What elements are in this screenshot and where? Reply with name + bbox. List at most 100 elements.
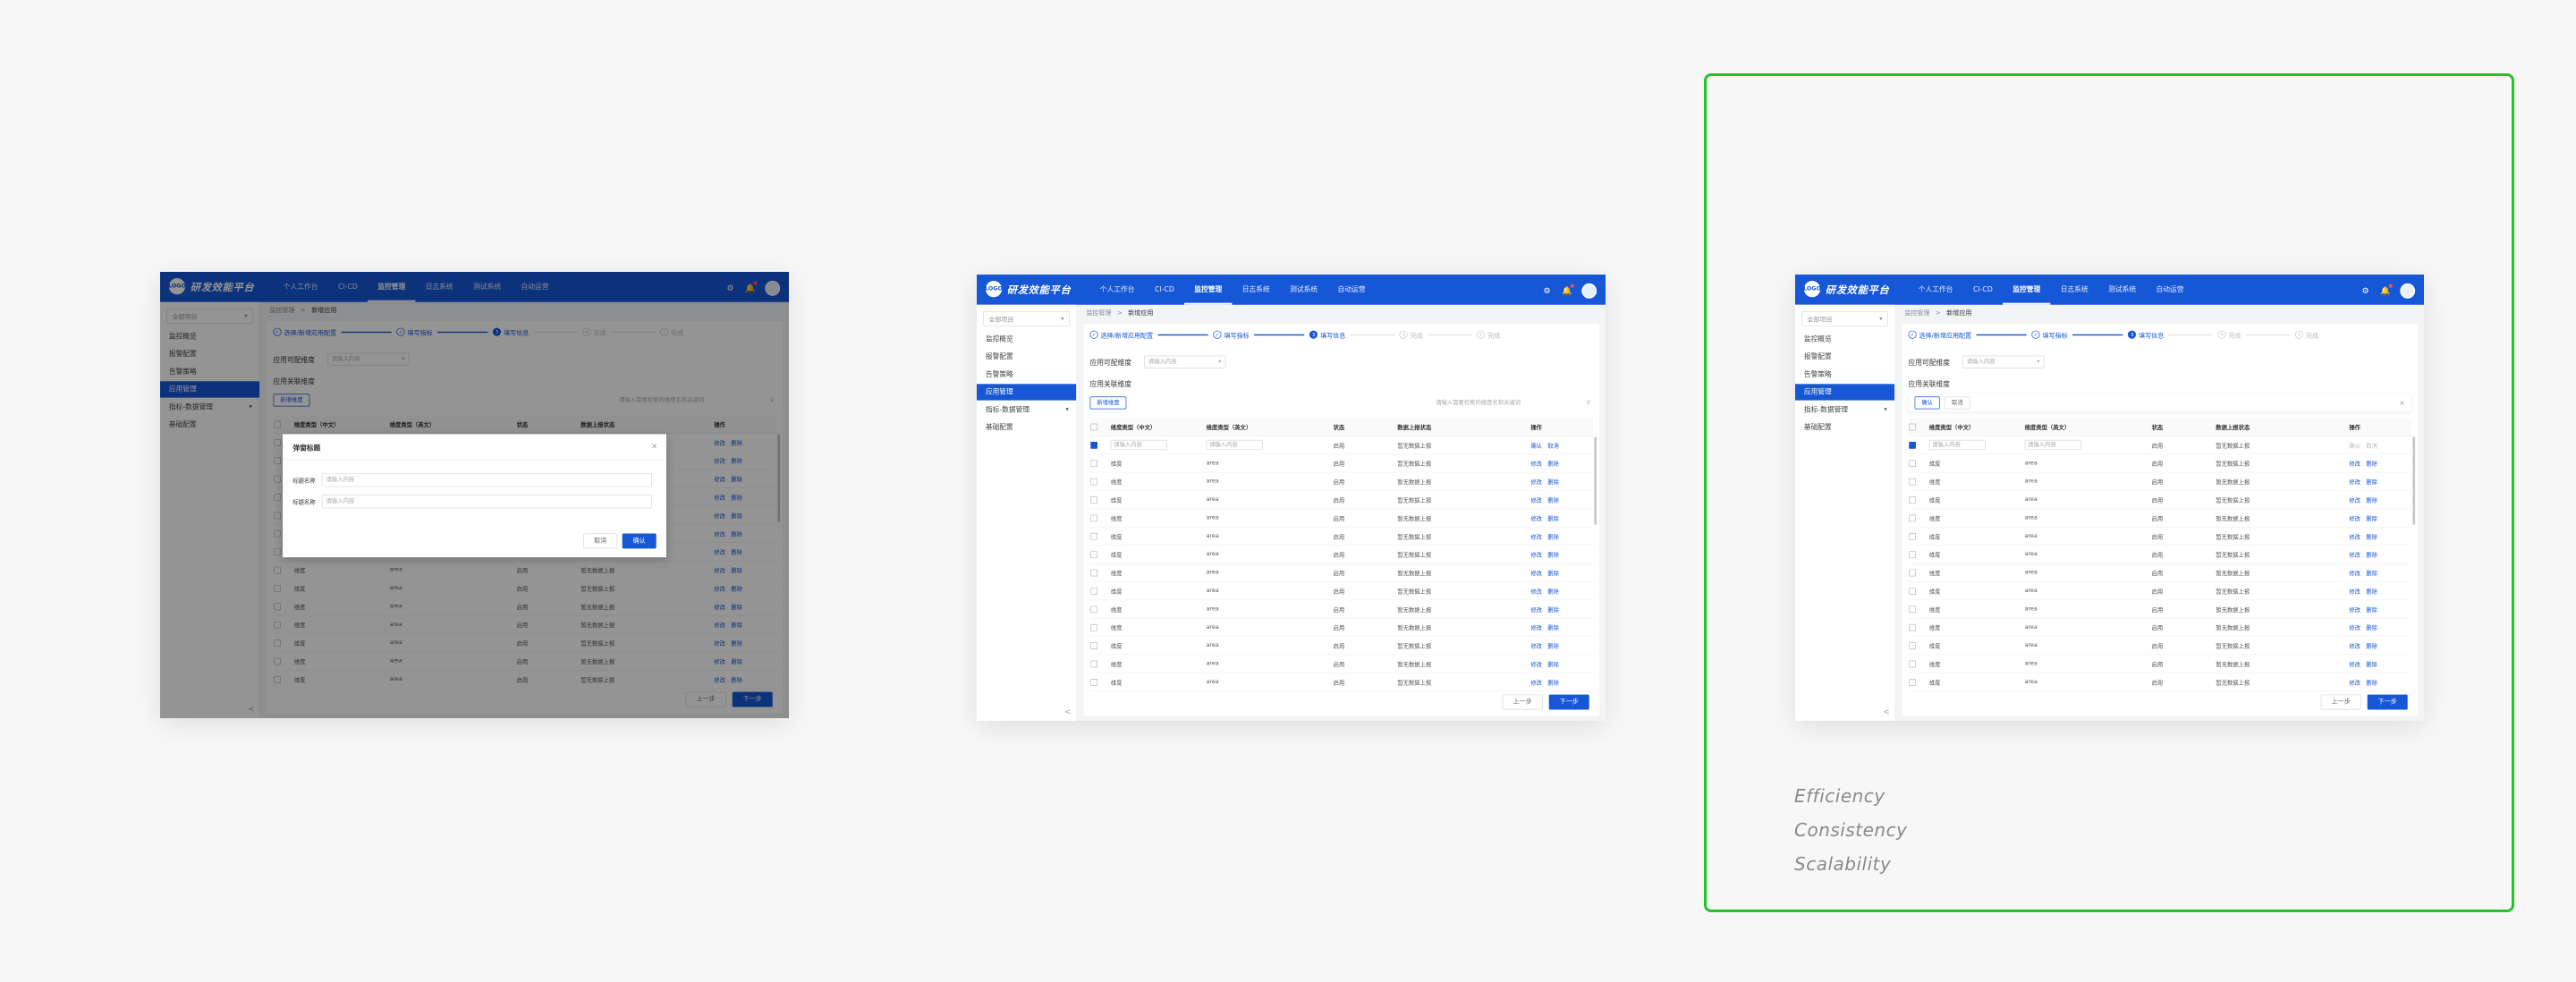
row-cancel-link[interactable]: 取消 (1547, 443, 1559, 449)
sidebar-item-metric-data[interactable]: 指标-数据管理 ▾ (977, 402, 1076, 418)
next-step-button[interactable]: 下一步 (1548, 694, 1589, 710)
row-status: 启用 (1332, 581, 1397, 601)
row-status: 启用 (1332, 490, 1397, 510)
sidebar-item-alarm-config[interactable]: 报警配置 (977, 349, 1076, 365)
row-edit-link[interactable]: 修改 (1530, 461, 1542, 467)
row-edit-link[interactable]: 修改 (1530, 497, 1542, 504)
avatar[interactable] (1581, 283, 1597, 299)
row-checkbox[interactable] (1090, 641, 1097, 649)
row-checkbox[interactable] (1090, 587, 1097, 595)
row-edit-link[interactable]: 修改 (1530, 479, 1542, 486)
row-checkbox[interactable] (1090, 441, 1097, 449)
row-actions: 修改 删除 (1530, 490, 1593, 510)
row-delete-link[interactable]: 删除 (1547, 497, 1559, 504)
collapse-sidebar-icon[interactable]: < (1064, 707, 1071, 716)
row-en: area (1205, 453, 1333, 473)
settings-icon[interactable]: ⚙ (1541, 285, 1553, 297)
cancel-button[interactable]: 取消 (583, 533, 618, 549)
row-delete-link[interactable]: 删除 (1547, 571, 1559, 577)
row-delete-link[interactable]: 删除 (1547, 552, 1559, 558)
en-name-input[interactable]: 请输入内容 (1206, 439, 1263, 451)
dialog-divider (283, 459, 666, 461)
row-edit-link[interactable]: 修改 (1530, 571, 1542, 577)
confirm-button[interactable]: 确认 (622, 533, 657, 549)
row-en: area (1205, 563, 1333, 582)
step-label: 完成 (1410, 332, 1423, 340)
sidebar-item-basic-config[interactable]: 基础配置 (977, 419, 1076, 436)
row-delete-link[interactable]: 删除 (1547, 588, 1559, 595)
row-edit-link[interactable]: 修改 (1530, 662, 1542, 668)
step-label: 完成 (1487, 332, 1501, 340)
breadcrumb-root[interactable]: 监控管理 (1086, 309, 1111, 317)
field-label: 标题名称 (292, 478, 316, 485)
row-delete-link[interactable]: 删除 (1547, 643, 1559, 649)
row-actions: 修改 删除 (1530, 618, 1593, 637)
row-delete-link[interactable]: 删除 (1547, 461, 1559, 467)
row-delete-link[interactable]: 删除 (1547, 680, 1559, 686)
app-logo[interactable]: LOGO 研发效能平台 (985, 281, 1072, 298)
row-delete-link[interactable]: 删除 (1547, 516, 1559, 522)
row-checkbox[interactable] (1090, 623, 1097, 631)
search-input[interactable]: 请输入需要检索的维度名称关键词 ⚲ (1436, 396, 1593, 409)
add-dimension-button[interactable]: 新增维度 (1089, 396, 1127, 410)
nav-item[interactable]: 个人工作台 (1090, 275, 1145, 305)
app-dimension-label: 应用可配维度 (1089, 359, 1131, 368)
row-delete-link[interactable]: 删除 (1547, 607, 1559, 614)
row-delete-link[interactable]: 删除 (1547, 662, 1559, 668)
nav-item-active[interactable]: 监控管理 (1184, 275, 1233, 305)
select-all-cell (1089, 418, 1111, 436)
row-edit-link[interactable]: 修改 (1530, 643, 1542, 649)
prev-step-button[interactable]: 上一步 (1502, 694, 1543, 710)
row-en: area (1205, 527, 1333, 546)
row-report: 暂无数据上报 (1396, 581, 1530, 601)
nav-item[interactable]: CI-CD (1145, 275, 1184, 305)
row-delete-link[interactable]: 删除 (1547, 479, 1559, 486)
row-checkbox[interactable] (1090, 514, 1097, 521)
step-3-current: 3 填写信息 (1309, 330, 1345, 339)
row-edit-link[interactable]: 修改 (1530, 516, 1542, 522)
row-report: 暂无数据上报 (1396, 508, 1530, 528)
row-checkbox[interactable] (1090, 532, 1097, 540)
row-checkbox[interactable] (1090, 605, 1097, 613)
screenshot-inline-edit-variant: LOGO 研发效能平台 个人工作台 CI-CD 监控管理 日志系统 测试系统 自… (977, 275, 1606, 721)
cn-name-input[interactable]: 请输入内容 (1110, 439, 1168, 451)
row-checkbox[interactable] (1090, 550, 1097, 558)
project-select[interactable]: 全部项目 ▾ (983, 310, 1071, 326)
row-delete-link[interactable]: 删除 (1547, 625, 1559, 631)
row-confirm-link[interactable]: 确认 (1530, 443, 1542, 449)
table-row: 维度 area 启用 暂无数据上报 修改 删除 (1089, 453, 1593, 473)
row-checkbox[interactable] (1090, 660, 1097, 668)
row-edit-link[interactable]: 修改 (1530, 607, 1542, 614)
table-scrollbar[interactable] (1594, 436, 1597, 525)
row-select-cell (1089, 472, 1111, 491)
select-all-checkbox[interactable] (1090, 423, 1097, 430)
row-checkbox[interactable] (1090, 478, 1097, 486)
row-checkbox[interactable] (1090, 678, 1097, 686)
sidebar-item-app-management[interactable]: 应用管理 (977, 384, 1077, 401)
sidebar-item-alert-policy[interactable]: 告警策略 (977, 367, 1076, 383)
project-select-value: 全部项目 (988, 316, 1014, 324)
row-checkbox[interactable] (1090, 460, 1097, 467)
row-edit-link[interactable]: 修改 (1530, 534, 1542, 540)
row-checkbox[interactable] (1090, 495, 1097, 504)
nav-item[interactable]: 日志系统 (1232, 275, 1279, 305)
row-report: 暂无数据上报 (1396, 636, 1530, 656)
title-name-input[interactable]: 请输入内容 (321, 494, 652, 509)
sidebar-item-overview[interactable]: 监控概览 (977, 331, 1076, 347)
row-edit-link[interactable]: 修改 (1530, 552, 1542, 558)
row-delete-link[interactable]: 删除 (1547, 534, 1559, 540)
row-edit-link[interactable]: 修改 (1530, 588, 1542, 595)
close-icon[interactable]: × (651, 442, 657, 451)
title-name-input[interactable]: 请输入内容 (321, 472, 652, 487)
row-checkbox[interactable] (1090, 569, 1097, 577)
table-row: 维度 area 启用 暂无数据上报 修改 删除 (1089, 527, 1593, 546)
row-edit-link[interactable]: 修改 (1530, 625, 1542, 631)
nav-item[interactable]: 测试系统 (1280, 275, 1327, 305)
bell-icon[interactable]: 🔔 (1562, 284, 1574, 297)
app-dimension-select[interactable]: 请输入内容 ▾ (1143, 355, 1226, 368)
row-edit-link[interactable]: 修改 (1530, 680, 1542, 686)
nav-item[interactable]: 自动运营 (1327, 275, 1375, 305)
dialog-field-1: 标题名称 请输入内容 (292, 472, 652, 487)
row-actions: 修改 删除 (1530, 563, 1593, 582)
check-icon: ✓ (1089, 330, 1098, 339)
